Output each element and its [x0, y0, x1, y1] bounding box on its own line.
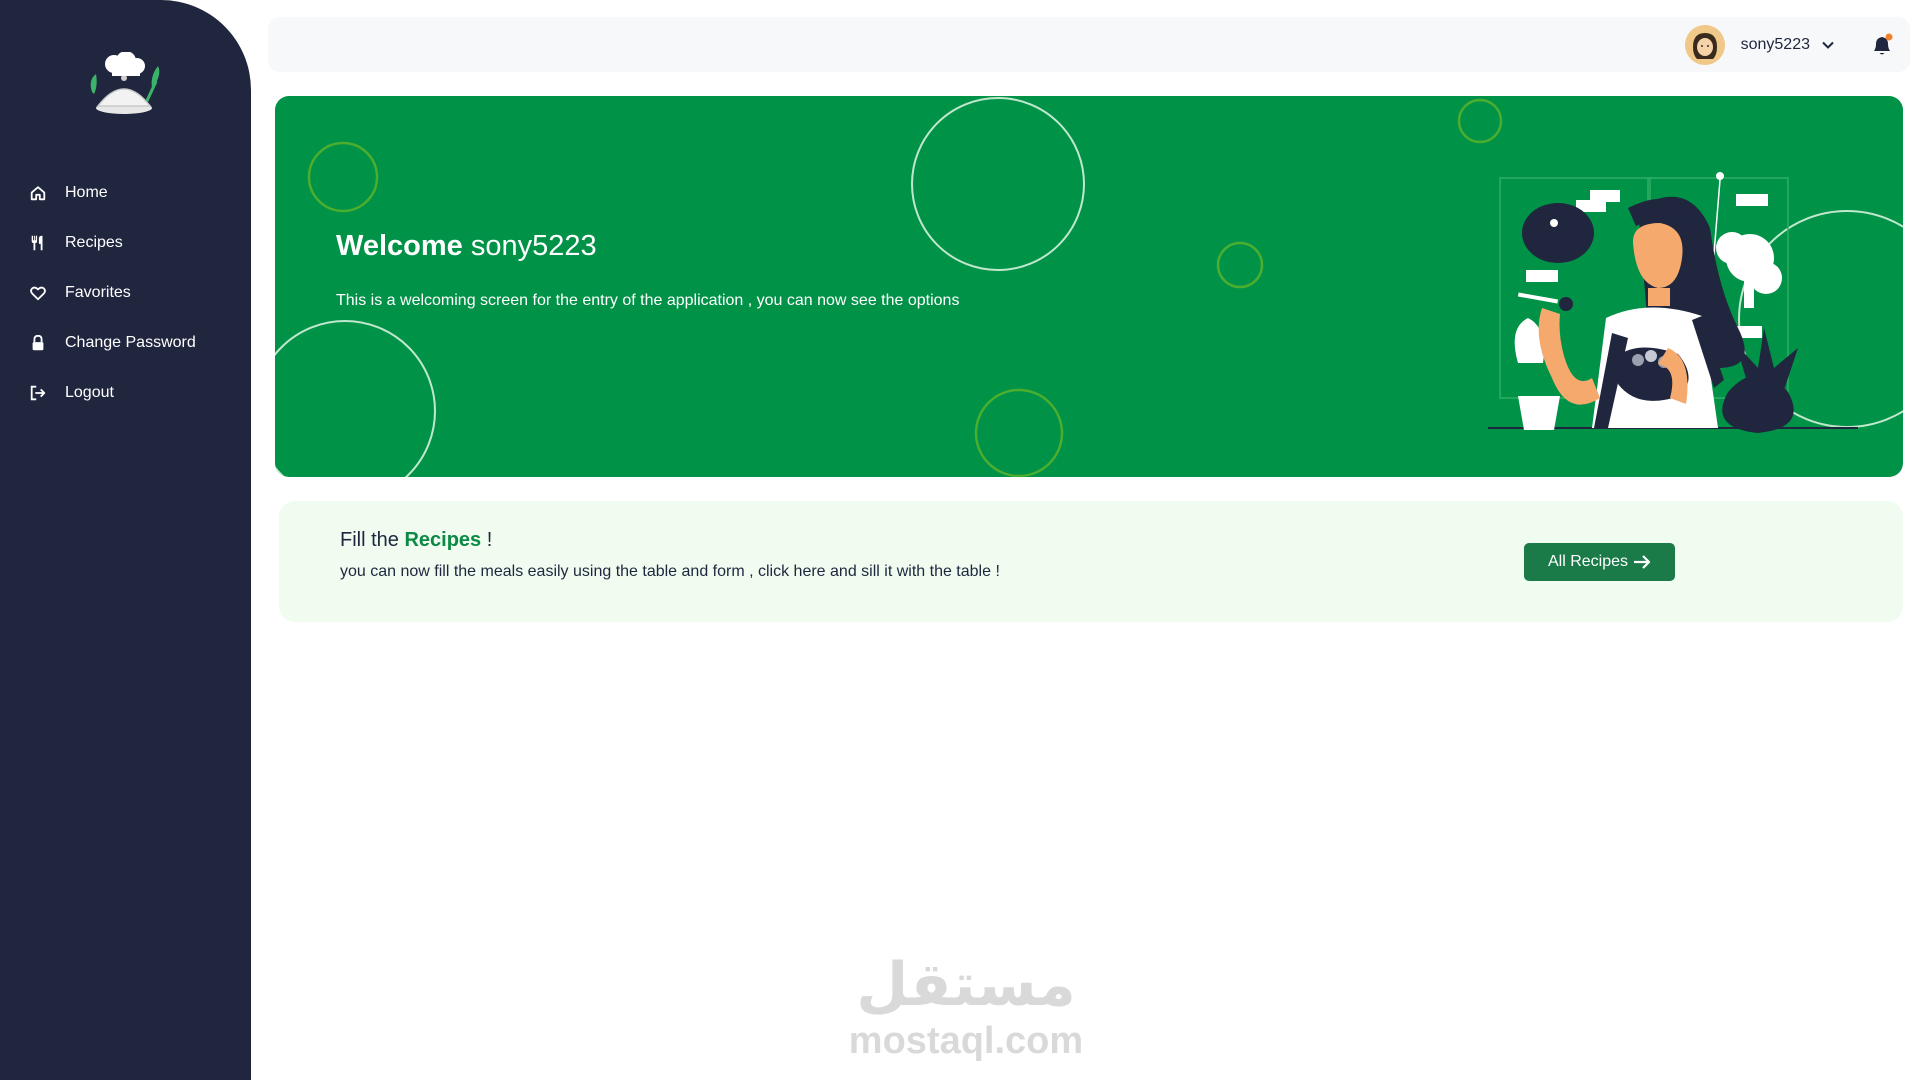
card-title-accent: Recipes	[404, 529, 482, 551]
user-menu[interactable]: sony5223	[1684, 25, 1836, 65]
watermark: مستقل mostaql.com	[848, 950, 1084, 1070]
card-title-suffix: !	[481, 529, 493, 551]
fork-knife-icon	[28, 233, 48, 253]
sidebar-item-label: Favorites	[65, 284, 131, 301]
fill-recipes-card: Fill the Recipes ! you can now fill the …	[279, 501, 1903, 622]
sidebar-item-label: Home	[65, 184, 108, 201]
sidebar-item-label: Logout	[65, 384, 114, 401]
sidebar: Home Recipes Favorites Change Password L…	[0, 0, 251, 1080]
sidebar-item-logout[interactable]: Logout	[0, 368, 251, 418]
arrow-right-icon	[1634, 555, 1651, 569]
welcome-subtitle: This is a welcoming screen for the entry…	[336, 292, 960, 309]
watermark-arabic: مستقل	[856, 950, 1076, 1020]
app-root: Home Recipes Favorites Change Password L…	[0, 0, 1920, 1080]
sidebar-item-favorites[interactable]: Favorites	[0, 268, 251, 318]
sidebar-item-recipes[interactable]: Recipes	[0, 218, 251, 268]
card-title: Fill the Recipes !	[340, 529, 492, 552]
heart-icon	[28, 283, 48, 303]
topbar: sony5223	[268, 17, 1910, 72]
welcome-prefix: Welcome	[336, 230, 463, 262]
chef-logo-icon[interactable]	[84, 51, 168, 118]
all-recipes-button[interactable]: All Recipes	[1524, 543, 1675, 581]
avatar[interactable]	[1684, 25, 1725, 65]
welcome-banner: Welcome sony5223 This is a welcoming scr…	[275, 96, 1903, 477]
all-recipes-button-label: All Recipes	[1547, 553, 1629, 570]
sidebar-nav: Home Recipes Favorites Change Password L…	[0, 168, 251, 418]
logout-icon	[28, 383, 48, 403]
home-icon	[28, 183, 48, 203]
chef-woman-illustration	[1488, 172, 1858, 433]
chevron-down-icon[interactable]	[1820, 37, 1836, 53]
username: sony5223	[1740, 36, 1810, 53]
sidebar-item-label: Change Password	[65, 334, 196, 351]
sidebar-item-label: Recipes	[65, 234, 123, 251]
sidebar-item-change-password[interactable]: Change Password	[0, 318, 251, 368]
welcome-heading: Welcome sony5223	[336, 230, 597, 263]
welcome-username: sony5223	[470, 230, 597, 262]
sidebar-item-home[interactable]: Home	[0, 168, 251, 218]
bell-icon[interactable]	[1870, 32, 1894, 58]
card-title-prefix: Fill the	[340, 529, 399, 551]
card-subtitle: you can now fill the meals easily using …	[340, 563, 1000, 580]
lock-icon	[28, 333, 48, 353]
watermark-latin: mostaql.com	[848, 1020, 1084, 1062]
